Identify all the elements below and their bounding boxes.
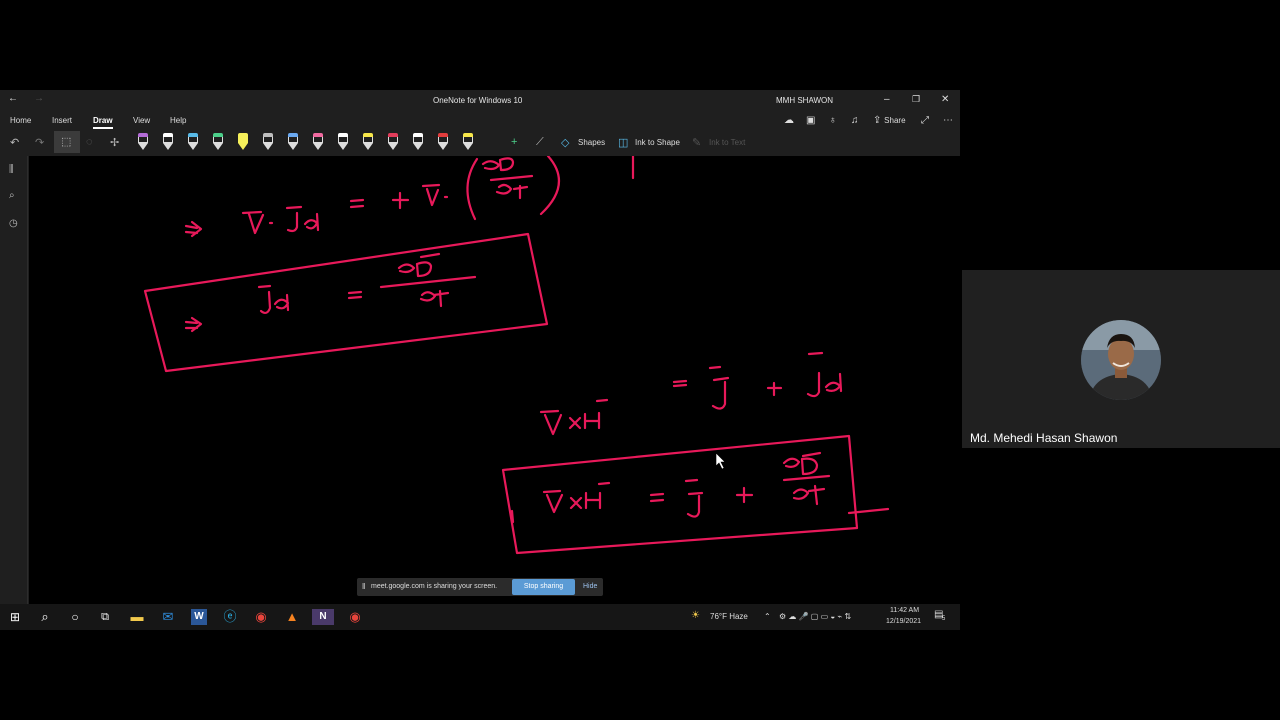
notification-count: 5 bbox=[942, 616, 946, 622]
search-icon[interactable]: ⌕ bbox=[9, 190, 15, 201]
chrome-icon[interactable]: ◉ bbox=[253, 609, 269, 625]
eraser-icon[interactable]: ◌ bbox=[86, 136, 93, 148]
stop-sharing-button[interactable]: Stop sharing bbox=[512, 579, 575, 595]
cortana-icon[interactable]: ○ bbox=[67, 609, 83, 625]
ribbon-tabs: Home Insert Draw View Help bbox=[0, 112, 960, 129]
minimize-icon[interactable]: – bbox=[884, 94, 890, 105]
title-bar: ← → OneNote for Windows 10 MMH SHAWON – … bbox=[0, 90, 960, 110]
note-canvas[interactable] bbox=[29, 156, 960, 604]
tray-icons[interactable]: ⚙ ☁ 🎤 ▢ ▭ ◒ ⌁ ⇅ bbox=[779, 612, 851, 621]
notebook-icon[interactable]: ▣ bbox=[806, 115, 815, 126]
screen-share-notice: ‖ meet.google.com is sharing your screen… bbox=[357, 578, 603, 596]
bell-icon[interactable]: ♫ bbox=[851, 115, 859, 126]
pen-icon[interactable] bbox=[262, 133, 274, 151]
ruler-icon[interactable]: ⟋ bbox=[536, 136, 544, 149]
draw-toolbar: ↶ ↷ ⬚ ◌ ✢ + ⟋ ◇ Shapes ◫ Ink to Shape ✎ … bbox=[0, 130, 960, 154]
task-view-icon[interactable]: ⧉ bbox=[97, 609, 113, 625]
chevron-up-icon[interactable]: ⌃ bbox=[764, 612, 771, 621]
start-icon[interactable]: ⊞ bbox=[7, 609, 23, 625]
avatar bbox=[1081, 320, 1161, 400]
lightbulb-icon[interactable]: ♁ bbox=[829, 115, 837, 126]
add-space-icon[interactable]: ✢ bbox=[110, 136, 119, 149]
back-arrow-icon[interactable]: ← bbox=[8, 93, 18, 104]
lasso-select-icon[interactable]: ⬚ bbox=[54, 131, 80, 153]
redo-icon[interactable]: ↷ bbox=[35, 136, 44, 149]
tab-view[interactable]: View bbox=[133, 116, 150, 125]
more-icon[interactable]: ⋯ bbox=[943, 115, 953, 126]
pen-icon[interactable] bbox=[187, 133, 199, 151]
tab-help[interactable]: Help bbox=[170, 116, 186, 125]
edge-icon[interactable]: ⓔ bbox=[222, 609, 238, 625]
pen-icon[interactable] bbox=[437, 133, 449, 151]
left-nav: ⫼ ⌕ ◷ bbox=[0, 156, 28, 604]
weather-icon: ☀ bbox=[691, 610, 700, 621]
pen-icon[interactable] bbox=[362, 133, 374, 151]
mail-icon[interactable]: ✉ bbox=[160, 609, 176, 625]
file-explorer-icon[interactable]: ▬ bbox=[129, 609, 145, 625]
share-button[interactable]: ⇪ Share bbox=[873, 115, 906, 126]
pen-icon[interactable] bbox=[462, 133, 474, 151]
undo-icon[interactable]: ↶ bbox=[10, 136, 19, 149]
pause-icon: ‖ bbox=[362, 582, 366, 591]
chrome-profile-icon[interactable]: ◉ bbox=[347, 609, 363, 625]
pen-icon[interactable] bbox=[337, 133, 349, 151]
clock-date[interactable]: 12/19/2021 bbox=[886, 618, 921, 625]
pen-icon[interactable] bbox=[412, 133, 424, 151]
share-label: Share bbox=[884, 116, 906, 125]
close-icon[interactable]: ✕ bbox=[941, 94, 949, 105]
word-icon[interactable]: W bbox=[191, 609, 207, 625]
add-pen-icon[interactable]: + bbox=[511, 136, 517, 148]
windows-taskbar: ⊞ ⌕ ○ ⧉ ▬ ✉ W ⓔ ◉ ▲ N ◉ ☀ 76°F Haze ⌃ ⚙ … bbox=[0, 604, 960, 630]
recent-icon[interactable]: ◷ bbox=[9, 218, 18, 229]
tab-draw[interactable]: Draw bbox=[93, 116, 113, 129]
shapes-icon[interactable]: ◇ bbox=[561, 136, 569, 149]
pen-icon[interactable] bbox=[312, 133, 324, 151]
hide-button[interactable]: Hide bbox=[583, 583, 597, 590]
notebooks-icon[interactable]: ⫼ bbox=[9, 164, 14, 175]
pen-icon[interactable] bbox=[162, 133, 174, 151]
onenote-window: ← → OneNote for Windows 10 MMH SHAWON – … bbox=[0, 90, 960, 604]
ink-to-text-icon[interactable]: ✎ bbox=[692, 136, 701, 149]
clock-time[interactable]: 11:42 AM bbox=[890, 607, 919, 614]
user-name[interactable]: MMH SHAWON bbox=[776, 96, 833, 105]
weather-text[interactable]: 76°F Haze bbox=[710, 612, 748, 621]
tab-home[interactable]: Home bbox=[10, 116, 31, 125]
forward-arrow-icon[interactable]: → bbox=[34, 93, 44, 104]
window-title: OneNote for Windows 10 bbox=[433, 96, 523, 105]
participant-tile[interactable]: Md. Mehedi Hasan Shawon bbox=[962, 270, 1280, 448]
ink-to-text-button[interactable]: Ink to Text bbox=[709, 138, 745, 147]
ink-to-shape-icon[interactable]: ◫ bbox=[618, 136, 628, 149]
expand-icon[interactable]: ⤢ bbox=[921, 115, 929, 126]
search-icon[interactable]: ⌕ bbox=[37, 609, 53, 625]
tab-insert[interactable]: Insert bbox=[52, 116, 72, 125]
highlighter-icon[interactable] bbox=[237, 133, 249, 151]
participant-name: Md. Mehedi Hasan Shawon bbox=[970, 431, 1118, 445]
pen-icon[interactable] bbox=[287, 133, 299, 151]
shapes-button[interactable]: Shapes bbox=[578, 138, 605, 147]
sync-icon[interactable]: ☁ bbox=[784, 115, 794, 126]
ink-to-shape-button[interactable]: Ink to Shape bbox=[635, 138, 680, 147]
vlc-icon[interactable]: ▲ bbox=[284, 609, 300, 625]
restore-icon[interactable]: ❐ bbox=[912, 94, 920, 105]
pen-icon[interactable] bbox=[212, 133, 224, 151]
share-notice-text: meet.google.com is sharing your screen. bbox=[371, 583, 498, 590]
pen-icon[interactable] bbox=[387, 133, 399, 151]
pen-icon[interactable] bbox=[137, 133, 149, 151]
handwritten-equations bbox=[143, 156, 890, 555]
onenote-icon[interactable]: N bbox=[312, 609, 334, 625]
